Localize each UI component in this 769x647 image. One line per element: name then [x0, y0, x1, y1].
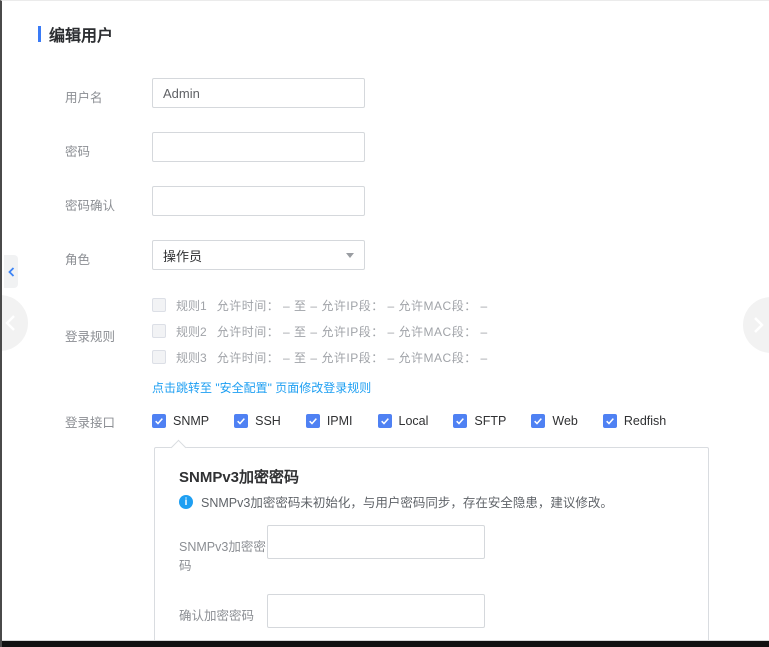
login-rules-row: 登录规则 规则1 允许时间： – 至 – 允许IP段： – 允许MAC段： – … — [65, 297, 725, 397]
snmpv3-panel: SNMPv3加密密码 i SNMPv3加密密码未初始化，与用户密码同步，存在安全… — [154, 447, 709, 647]
snmpv3-password-row: SNMPv3加密密码 — [179, 525, 684, 574]
password-input[interactable] — [152, 132, 365, 162]
login-rule-item: 规则1 允许时间： – 至 – 允许IP段： – 允许MAC段： – — [152, 297, 488, 313]
interface-option-ssh[interactable]: SSH — [234, 414, 281, 428]
snmpv3-password-label: SNMPv3加密密码 — [179, 525, 267, 574]
interface-option-sftp[interactable]: SFTP — [453, 414, 506, 428]
bottom-bar — [2, 640, 769, 647]
snmpv3-panel-title: SNMPv3加密密码 — [179, 466, 684, 487]
username-input[interactable] — [152, 78, 365, 108]
login-rules-list: 规则1 允许时间： – 至 – 允许IP段： – 允许MAC段： – 规则2 允… — [152, 297, 488, 397]
ipmi-checkbox[interactable] — [306, 414, 320, 428]
rule3-name: 规则3 — [176, 349, 207, 366]
login-rules-label: 登录规则 — [65, 297, 152, 397]
interface-label: SSH — [255, 414, 281, 428]
page-title-row: 编辑用户 — [38, 22, 113, 46]
interface-option-local[interactable]: Local — [378, 414, 429, 428]
rule2-checkbox[interactable] — [152, 324, 166, 338]
login-rule-item: 规则2 允许时间： – 至 – 允许IP段： – 允许MAC段： – — [152, 323, 488, 339]
interface-label: Local — [399, 414, 429, 428]
rule1-name: 规则1 — [176, 297, 207, 314]
rule1-detail: 允许时间： – 至 – 允许IP段： – 允许MAC段： – — [217, 297, 488, 314]
snmpv3-notice: i SNMPv3加密密码未初始化，与用户密码同步，存在安全隐患，建议修改。 — [179, 495, 684, 511]
rule3-checkbox[interactable] — [152, 350, 166, 364]
redfish-checkbox[interactable] — [603, 414, 617, 428]
password-confirm-input[interactable] — [152, 186, 365, 216]
username-label: 用户名 — [65, 78, 152, 108]
snmpv3-notice-text: SNMPv3加密密码未初始化，与用户密码同步，存在安全隐患，建议修改。 — [201, 495, 613, 511]
password-row: 密码 — [65, 132, 725, 162]
check-icon — [605, 416, 615, 426]
snmp-checkbox[interactable] — [152, 414, 166, 428]
security-config-link[interactable]: 点击跳转至 "安全配置" 页面修改登录规则 — [152, 379, 371, 396]
snmpv3-confirm-input[interactable] — [267, 594, 485, 628]
web-checkbox[interactable] — [531, 414, 545, 428]
page-title: 编辑用户 — [49, 22, 113, 46]
carousel-prev-button[interactable] — [0, 295, 28, 351]
username-row: 用户名 — [65, 78, 725, 108]
interface-label: SFTP — [474, 414, 506, 428]
interface-option-snmp[interactable]: SNMP — [152, 414, 209, 428]
carousel-next-button[interactable] — [743, 297, 769, 353]
title-accent-bar — [38, 26, 41, 42]
login-rule-item: 规则3 允许时间： – 至 – 允许IP段： – 允许MAC段： – — [152, 349, 488, 365]
check-icon — [533, 416, 543, 426]
interface-label: IPMI — [327, 414, 353, 428]
rule3-detail: 允许时间： – 至 – 允许IP段： – 允许MAC段： – — [217, 349, 488, 366]
password-label: 密码 — [65, 132, 152, 162]
sidebar-collapse-tab[interactable] — [4, 255, 18, 288]
info-icon: i — [179, 495, 193, 509]
login-interfaces-row: 登录接口 SNMP SSH IPMI Local — [65, 411, 725, 431]
rule2-name: 规则2 — [176, 323, 207, 340]
role-row: 角色 操作员 — [65, 240, 725, 270]
local-checkbox[interactable] — [378, 414, 392, 428]
check-icon — [308, 416, 318, 426]
snmpv3-confirm-row: 确认加密密码 — [179, 594, 684, 628]
ssh-checkbox[interactable] — [234, 414, 248, 428]
snmpv3-confirm-label: 确认加密密码 — [179, 594, 267, 628]
chevron-right-icon — [753, 316, 764, 334]
interface-option-ipmi[interactable]: IPMI — [306, 414, 353, 428]
role-selected-value: 操作员 — [163, 246, 202, 265]
interface-option-web[interactable]: Web — [531, 414, 577, 428]
interface-option-redfish[interactable]: Redfish — [603, 414, 666, 428]
check-icon — [154, 416, 164, 426]
edit-user-form: 用户名 密码 密码确认 角色 操作员 登录规则 规则1 允许时间： — [65, 78, 725, 647]
interface-label: Web — [552, 414, 577, 428]
check-icon — [236, 416, 246, 426]
rule2-detail: 允许时间： – 至 – 允许IP段： – 允许MAC段： – — [217, 323, 488, 340]
edit-user-page: 编辑用户 用户名 密码 密码确认 角色 操作员 登录规则 — [0, 0, 769, 647]
password-confirm-row: 密码确认 — [65, 186, 725, 216]
check-icon — [380, 416, 390, 426]
password-confirm-label: 密码确认 — [65, 186, 152, 216]
rule1-checkbox[interactable] — [152, 298, 166, 312]
role-select[interactable]: 操作员 — [152, 240, 365, 270]
interface-label: SNMP — [173, 414, 209, 428]
chevron-down-icon — [346, 253, 354, 258]
check-icon — [455, 416, 465, 426]
role-label: 角色 — [65, 240, 152, 270]
sftp-checkbox[interactable] — [453, 414, 467, 428]
chevron-left-icon — [8, 267, 15, 277]
snmpv3-password-input[interactable] — [267, 525, 485, 559]
panel-notch — [171, 440, 187, 456]
login-interfaces-label: 登录接口 — [65, 411, 152, 431]
chevron-left-icon — [5, 314, 16, 332]
login-interfaces-list: SNMP SSH IPMI Local SFTP — [152, 411, 666, 431]
interface-label: Redfish — [624, 414, 666, 428]
